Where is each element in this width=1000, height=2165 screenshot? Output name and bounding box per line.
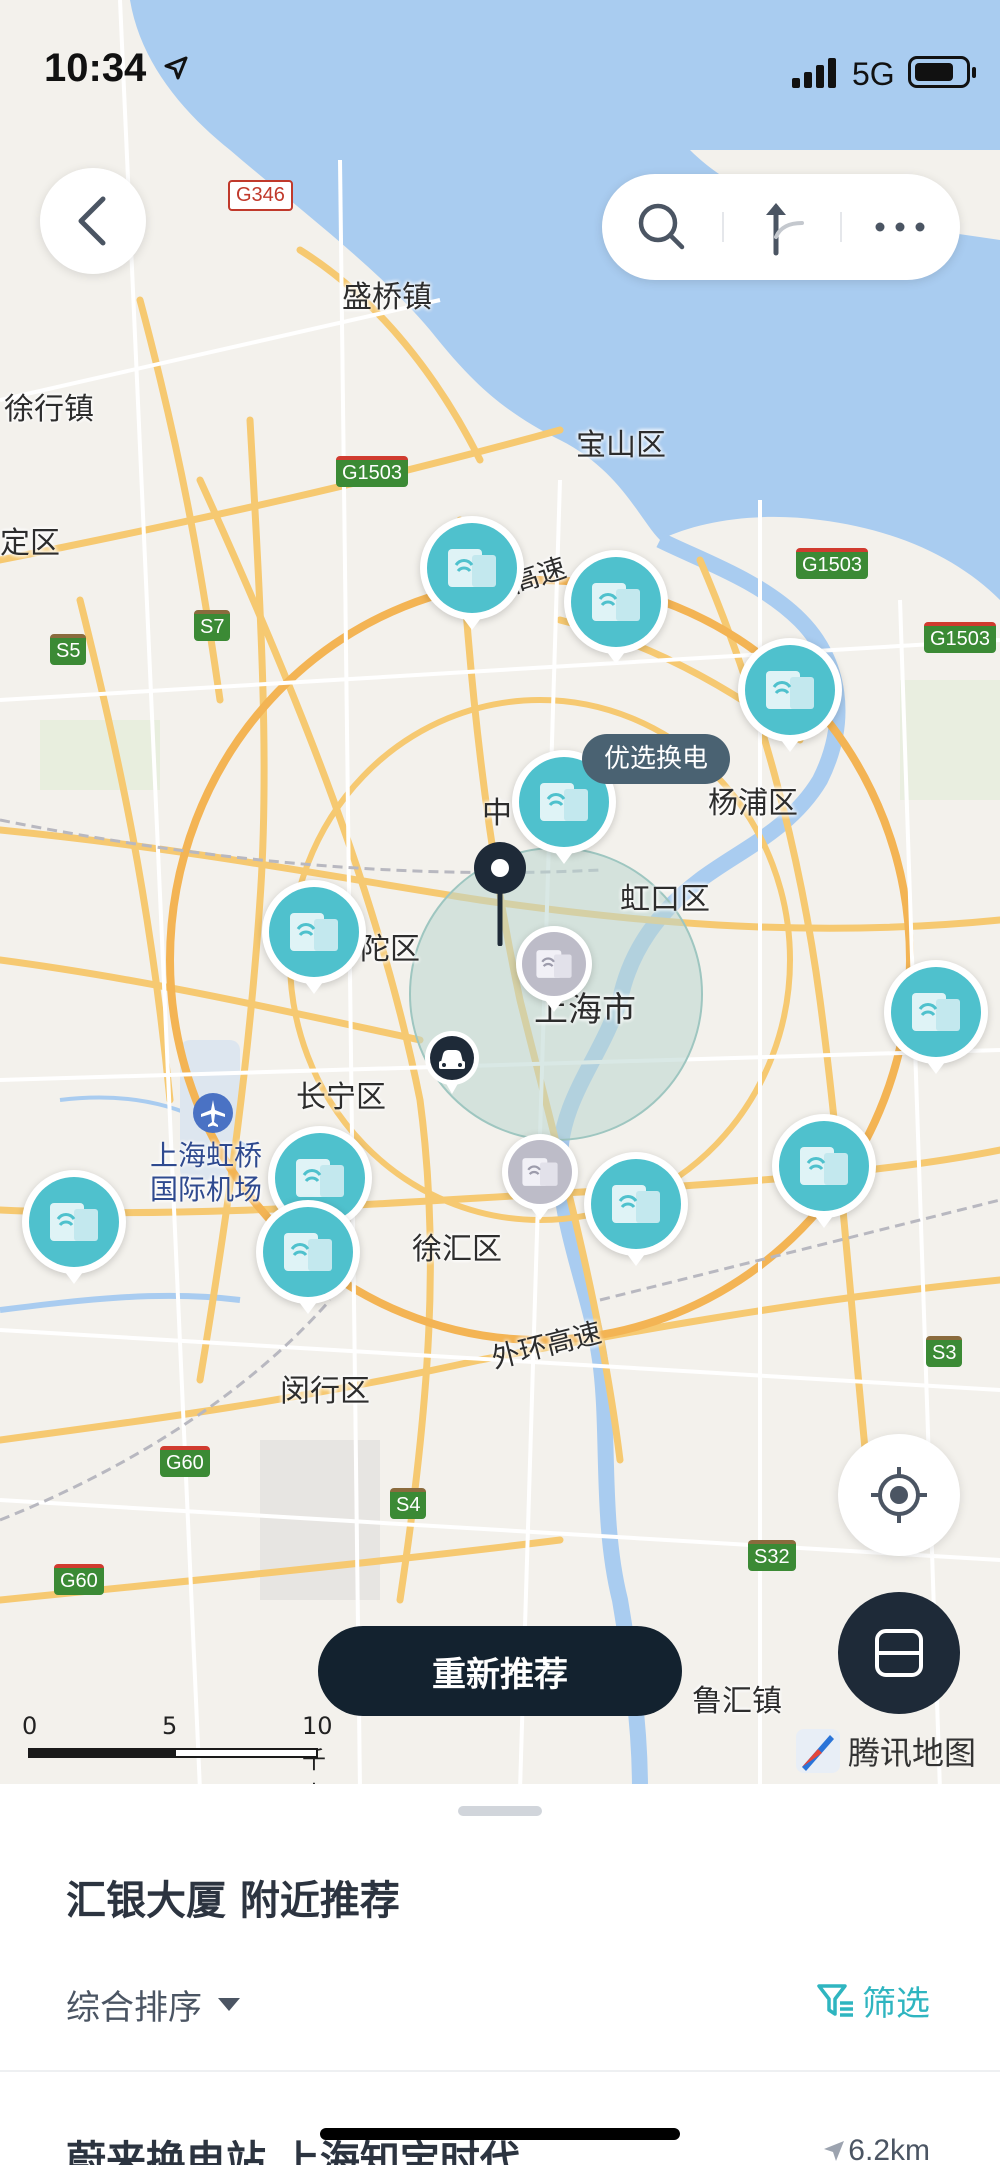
- place-label: 杨浦区: [708, 786, 798, 821]
- battery-swap-station-icon: [522, 1158, 558, 1186]
- battery-icon: [908, 56, 976, 88]
- highway-shield: G60: [54, 1564, 104, 1595]
- car-icon: [425, 1031, 479, 1094]
- place-label-airport: 国际机场: [150, 1173, 263, 1206]
- status-time: 10:34: [44, 46, 147, 90]
- place-label: 徐汇区: [412, 1232, 502, 1267]
- station-marker[interactable]: [884, 960, 988, 1074]
- locate-button[interactable]: [838, 1434, 960, 1556]
- battery-swap-station-icon: [536, 950, 572, 978]
- battery-swap-station-icon: [296, 1159, 344, 1197]
- sort-dropdown[interactable]: 综合排序: [66, 1980, 240, 2029]
- station-marker[interactable]: [22, 1170, 126, 1284]
- place-label: 中: [482, 796, 512, 831]
- tencent-map-logo-icon: [796, 1729, 840, 1773]
- sort-label: 综合排序: [66, 1988, 202, 2028]
- scale-label: 0: [22, 1712, 38, 1740]
- highway-shield: G346: [228, 180, 293, 211]
- station-marker[interactable]: [738, 638, 842, 752]
- filter-button[interactable]: 筛选: [816, 1976, 930, 2025]
- highway-shield: G1503: [336, 456, 409, 487]
- battery-swap-station-icon: [540, 783, 588, 821]
- place-label: 宝山区: [576, 428, 666, 463]
- preferred-swap-tag: 优选换电: [582, 734, 731, 784]
- battery-swap-station-icon: [912, 993, 960, 1031]
- back-button[interactable]: [40, 168, 146, 274]
- place-label: 长宁区: [296, 1080, 386, 1115]
- battery-swap-station-icon: [592, 583, 640, 621]
- filter-icon: [817, 1983, 853, 2017]
- battery-swap-station-icon: [800, 1147, 848, 1185]
- battery-swap-station-icon: [284, 1233, 332, 1271]
- more-button[interactable]: [850, 174, 950, 280]
- battery-swap-station-icon: [612, 1185, 660, 1223]
- network-type: 5G: [852, 56, 895, 92]
- battery-swap-station-icon: [290, 913, 338, 951]
- highway-shield: G60: [160, 1446, 210, 1477]
- distance-value: 6.2km: [848, 2134, 930, 2165]
- highway-shield: S7: [194, 610, 231, 641]
- map-toolbar: [602, 174, 960, 280]
- location-arrow-icon: [164, 56, 188, 80]
- caret-down-icon: [218, 1998, 240, 2011]
- list-icon: [875, 1629, 923, 1677]
- highway-shield: S4: [390, 1488, 427, 1519]
- station-marker[interactable]: [584, 1152, 688, 1266]
- place-label: 定区: [0, 526, 60, 561]
- results-sheet: 汇银大厦 附近推荐 综合排序 筛选 蔚来换电站 上海知宝时代 6.2km: [0, 1784, 1000, 2165]
- cell-signal-icon: [792, 58, 836, 88]
- search-button[interactable]: [612, 174, 712, 280]
- highway-shield: S5: [50, 634, 87, 665]
- status-bar: 10:34 5G: [0, 0, 1000, 140]
- route-button[interactable]: [732, 174, 832, 280]
- place-label: 徐行镇: [4, 392, 94, 427]
- battery-swap-station-icon: [766, 671, 814, 709]
- place-label: 盛桥镇: [342, 280, 432, 315]
- scale-label: 5: [162, 1712, 178, 1740]
- highway-shield: S32: [748, 1540, 796, 1571]
- divider: [0, 2070, 1000, 2072]
- highway-shield: G1503: [796, 548, 869, 579]
- navigation-arrow-icon: [824, 2141, 845, 2161]
- place-label: 鲁汇镇: [692, 1684, 782, 1719]
- station-marker[interactable]: [564, 550, 668, 664]
- locate-icon: [871, 1467, 927, 1523]
- station-list-item-distance: 6.2km: [820, 2134, 930, 2165]
- recommend-again-button[interactable]: 重新推荐: [318, 1626, 682, 1716]
- more-icon: [875, 222, 925, 232]
- station-marker[interactable]: [256, 1200, 360, 1314]
- route-icon: [766, 203, 804, 256]
- station-marker[interactable]: [772, 1114, 876, 1228]
- place-label: 陀区: [360, 932, 420, 967]
- station-marker-unavailable[interactable]: [502, 1134, 578, 1220]
- sheet-title: 汇银大厦 附近推荐: [66, 1878, 400, 1924]
- place-label: 虹口区: [620, 882, 710, 917]
- home-indicator[interactable]: [320, 2128, 680, 2140]
- airport-icon: [193, 1093, 233, 1133]
- place-label: 闵行区: [280, 1374, 370, 1409]
- station-marker[interactable]: [262, 880, 366, 994]
- map-scale: 0 5 10 千米: [22, 1712, 333, 1790]
- map-pin-icon: [474, 842, 526, 946]
- battery-swap-station-icon: [50, 1203, 98, 1241]
- station-marker[interactable]: [420, 516, 524, 630]
- map-brand-label: 腾讯地图: [848, 1734, 977, 1772]
- list-view-button[interactable]: [838, 1592, 960, 1714]
- filter-label: 筛选: [862, 1984, 930, 2024]
- highway-shield: S3: [926, 1336, 963, 1367]
- highway-shield: G1503: [924, 622, 997, 653]
- search-icon: [638, 203, 685, 250]
- chevron-left-icon: [78, 196, 106, 246]
- map-brand: 腾讯地图: [796, 1728, 976, 1774]
- battery-swap-station-icon: [448, 549, 496, 587]
- sheet-drag-handle[interactable]: [458, 1806, 542, 1816]
